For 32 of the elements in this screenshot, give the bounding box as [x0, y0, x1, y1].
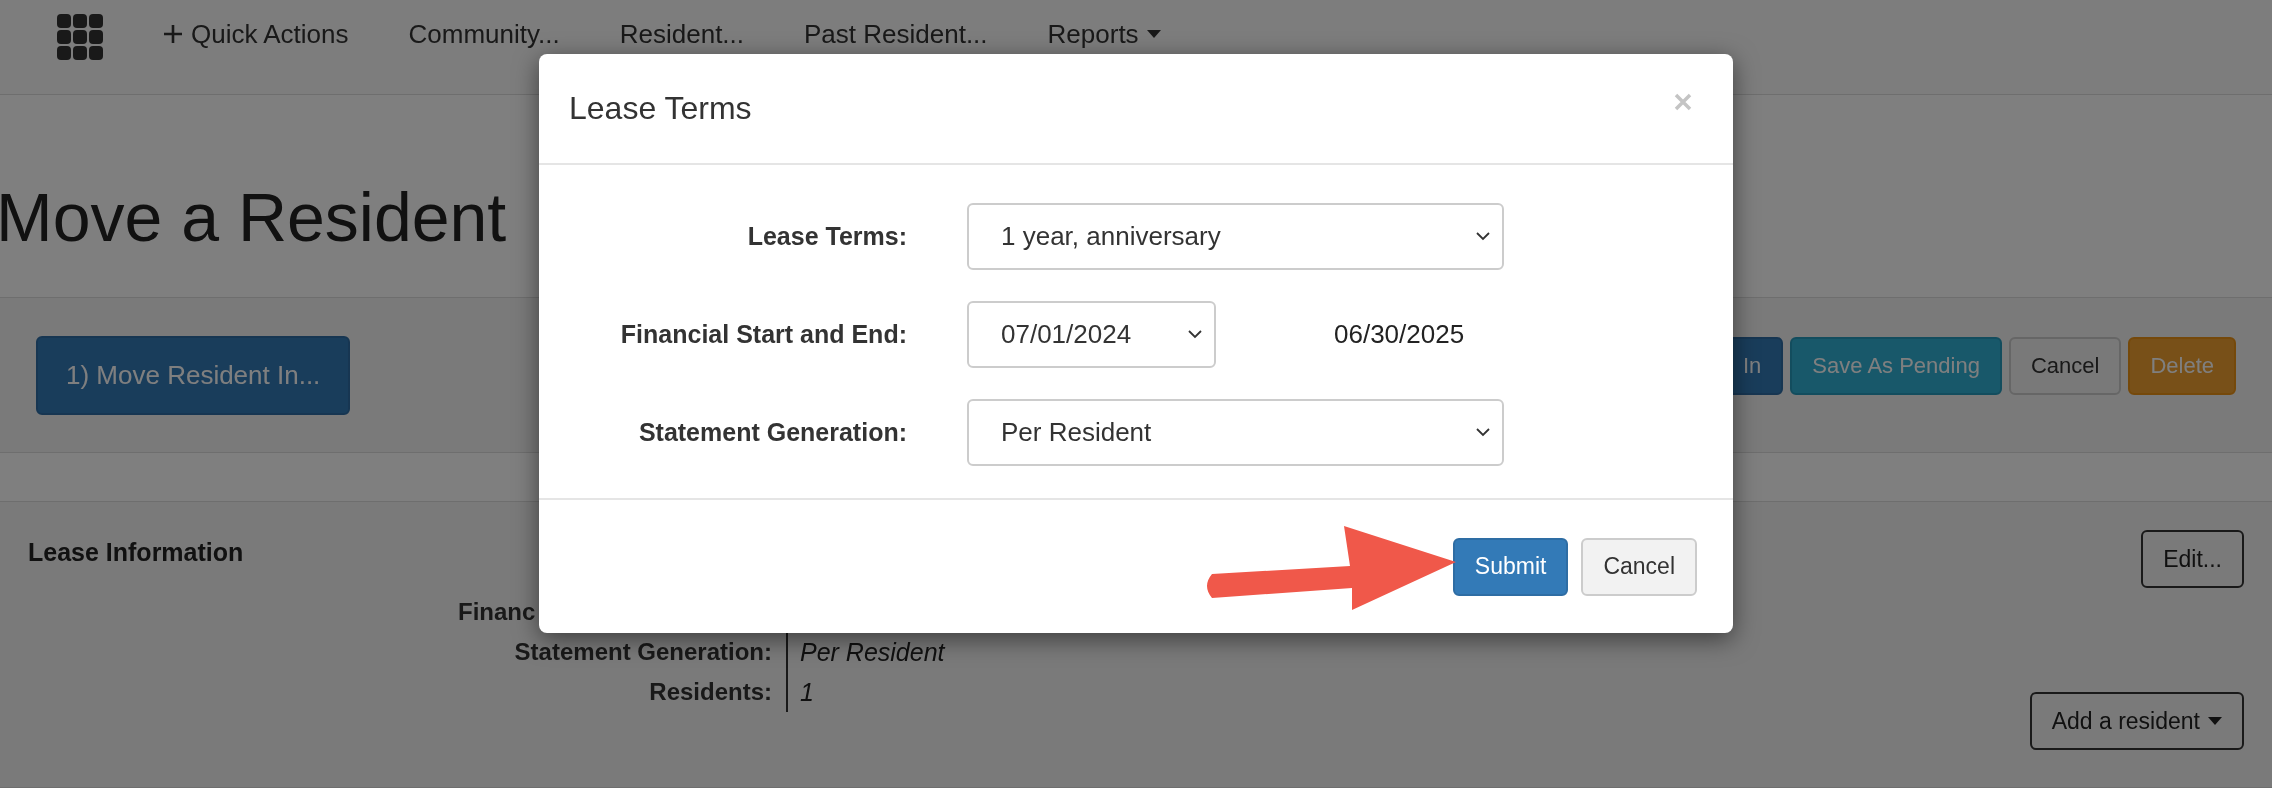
caret-icon	[1146, 30, 1161, 38]
action-button[interactable]: Cancel	[2008, 337, 2122, 395]
select-field[interactable]: Per Resident	[967, 399, 1504, 466]
nav-link[interactable]: Past Resident...	[804, 18, 988, 50]
field-label: Statement Generation:	[637, 418, 908, 447]
nav-dropdown[interactable]: Reports	[1047, 18, 1161, 50]
edit-button[interactable]: Edit...	[2141, 530, 2244, 588]
field-label: Residents:	[648, 678, 773, 706]
add-resident-button[interactable]: Add a resident	[2029, 692, 2244, 750]
move-resident-button[interactable]: 1) Move Resident In...	[36, 335, 351, 415]
chevron-icon	[1476, 232, 1490, 241]
app-grid-icon[interactable]	[57, 14, 103, 60]
nav-link[interactable]: Community...	[408, 18, 560, 50]
field-label: Statement Generation:	[513, 638, 773, 666]
nav-link[interactable]: Resident...	[619, 18, 745, 50]
end-date: 06/30/2025	[1334, 319, 1465, 350]
caret-icon	[2208, 717, 2222, 725]
chevron-icon	[1188, 330, 1202, 339]
dialog-button[interactable]: Submit	[1452, 537, 1569, 596]
field-label: Financial Start and End:	[619, 320, 908, 349]
quick-actions-link[interactable]: Quick Actions	[163, 18, 349, 50]
page-title: Move a Resident	[0, 178, 507, 257]
field-value: 1	[786, 672, 1098, 712]
select-field[interactable]: 1 year, anniversary	[967, 203, 1504, 270]
section-title: Lease Information	[28, 538, 244, 567]
dialog-button[interactable]: Cancel	[1581, 537, 1697, 596]
date-select[interactable]: 07/01/2024	[967, 301, 1216, 368]
field-label: Lease Terms:	[746, 222, 908, 251]
chevron-icon	[1476, 428, 1490, 437]
plus-icon	[163, 24, 183, 44]
field-label: Financ	[458, 598, 537, 626]
dialog-title: Lease Terms	[569, 90, 752, 127]
